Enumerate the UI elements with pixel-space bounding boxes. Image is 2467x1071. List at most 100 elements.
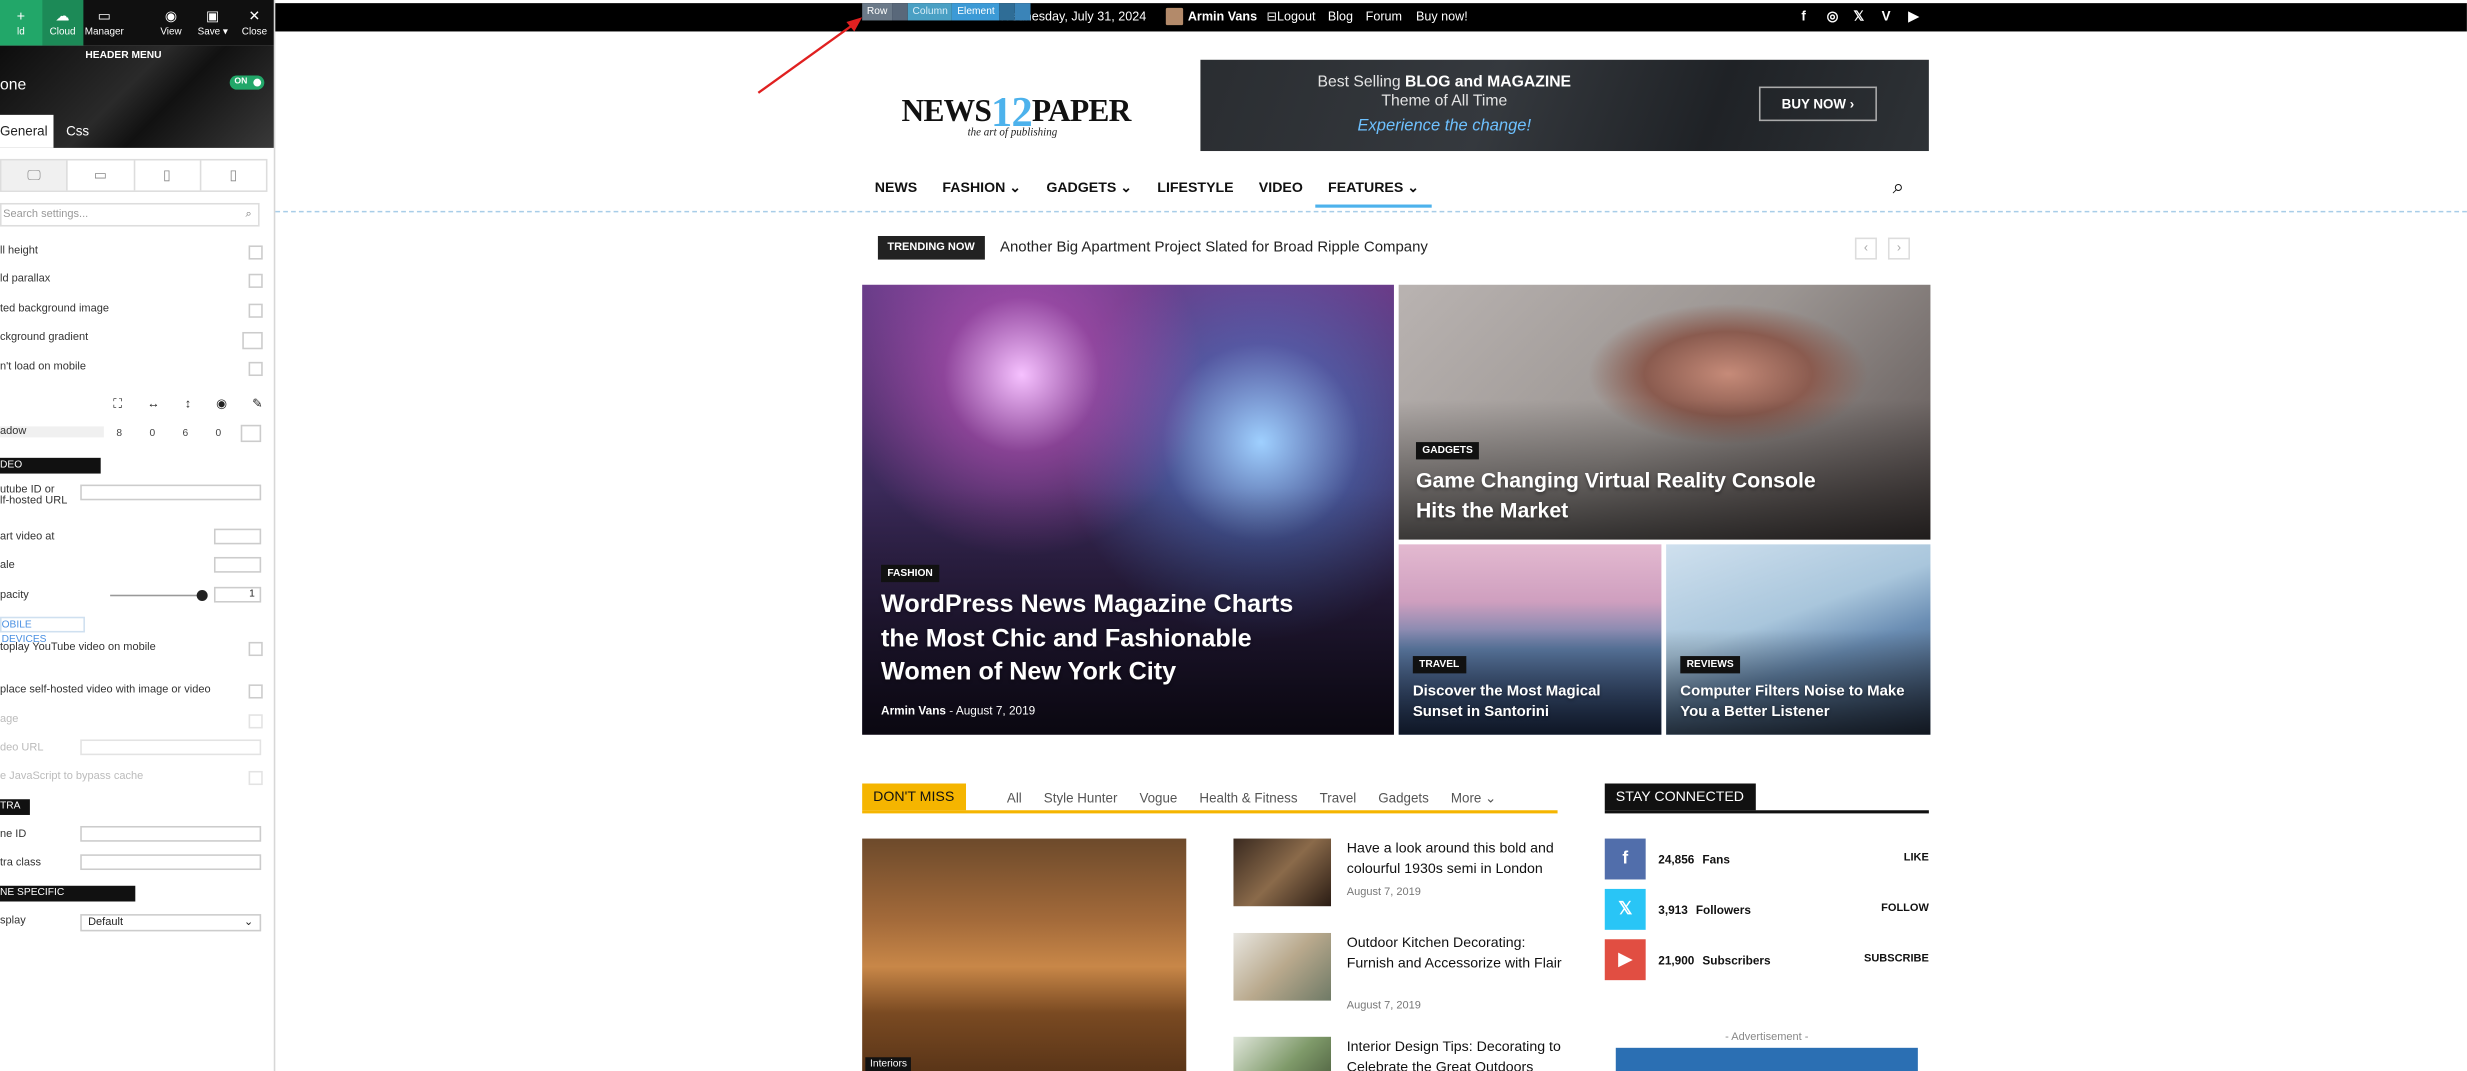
tab-all[interactable]: All [1007, 790, 1022, 807]
username-link[interactable]: Armin Vans [1188, 9, 1257, 23]
close-button[interactable]: ✕ Close [234, 0, 274, 46]
extra-class-input[interactable] [80, 854, 262, 871]
cloud-button[interactable]: ☁ Cloud [41, 0, 84, 46]
tablet-landscape-icon[interactable]: ▭ [68, 160, 135, 191]
shadow-color-picker[interactable] [240, 424, 262, 443]
search-icon[interactable]: ⌕ [1893, 175, 1904, 200]
desktop-icon[interactable]: 🖵 [1, 160, 69, 191]
color-picker[interactable] [242, 331, 263, 350]
add-button[interactable]: + ld [0, 0, 42, 46]
like-button[interactable]: LIKE [1904, 853, 1929, 864]
opacity-slider-handle[interactable] [196, 589, 208, 602]
nav-item-features[interactable]: FEATURES ⌄ [1315, 170, 1432, 208]
featured-post-travel[interactable]: TRAVEL Discover the Most Magical Sunset … [1398, 544, 1662, 735]
category-badge[interactable]: Interiors [865, 1057, 912, 1071]
delete-icon[interactable] [1015, 3, 1031, 21]
tab-travel[interactable]: Travel [1320, 790, 1357, 807]
phone-icon[interactable]: ▯ [201, 160, 266, 190]
save-button[interactable]: ▣ Save ▾ [192, 0, 234, 46]
post-title[interactable]: Computer Filters Noise to Make You a Bet… [1680, 681, 1924, 722]
scale-input[interactable] [213, 556, 262, 573]
row-selector[interactable]: Row [862, 3, 893, 21]
element-settings-icon[interactable] [999, 3, 1016, 21]
blog-link[interactable]: Blog [1328, 9, 1353, 23]
featured-post-reviews[interactable]: REVIEWS Computer Filters Noise to Make Y… [1666, 544, 1931, 735]
opacity-slider[interactable] [110, 594, 205, 597]
view-button[interactable]: ◉ View [150, 0, 192, 46]
post-thumbnail[interactable] [1233, 932, 1332, 1001]
display-select[interactable]: Default ⌄ [80, 914, 262, 932]
trending-prev-button[interactable]: ‹ [1854, 237, 1877, 260]
category-badge[interactable]: REVIEWS [1680, 656, 1741, 674]
list-item-title[interactable]: Interior Design Tips: Decorating to Cele… [1347, 1037, 1567, 1071]
vertical-arrows-icon[interactable]: ↕ [185, 396, 191, 412]
nav-item-video[interactable]: VIDEO [1246, 170, 1315, 208]
vimeo-icon[interactable]: V [1882, 8, 1891, 24]
post-thumbnail[interactable] [1233, 838, 1332, 907]
social-counter-x[interactable]: 𝕏 3,913 Followers FOLLOW [1604, 888, 1929, 930]
checkbox[interactable] [248, 245, 263, 260]
tab-health-fitness[interactable]: Health & Fitness [1199, 790, 1297, 807]
tablet-portrait-icon[interactable]: ▯ [135, 160, 201, 191]
facebook-icon[interactable]: f [1801, 8, 1805, 24]
checkbox[interactable] [248, 303, 263, 318]
nav-item-lifestyle[interactable]: LIFESTYLE [1145, 170, 1247, 208]
buy-now-link[interactable]: Buy now! [1416, 9, 1468, 23]
category-badge[interactable]: GADGETS [1415, 442, 1480, 460]
checkbox[interactable] [248, 684, 263, 699]
buy-now-button[interactable]: BUY NOW › [1758, 86, 1877, 122]
post-thumbnail[interactable] [1233, 1036, 1332, 1071]
list-item-title[interactable]: Outdoor Kitchen Decorating: Furnish and … [1347, 933, 1567, 972]
featured-post-gadgets[interactable]: GADGETS Game Changing Virtual Reality Co… [1398, 284, 1931, 540]
category-badge[interactable]: TRAVEL [1412, 656, 1466, 674]
tab-css[interactable]: Css [53, 115, 101, 148]
tab-vogue[interactable]: Vogue [1139, 790, 1177, 807]
element-name: one [0, 77, 27, 95]
opacity-input[interactable]: 1 [213, 586, 262, 603]
dont-miss-main-image[interactable]: Interiors [862, 838, 1187, 1071]
subscribe-button[interactable]: SUBSCRIBE [1864, 953, 1929, 964]
list-item-title[interactable]: Have a look around this bold and colourf… [1347, 839, 1567, 878]
tab-general[interactable]: General [0, 114, 54, 148]
category-badge[interactable]: FASHION [881, 564, 940, 583]
social-counter-youtube[interactable]: ▶ 21,900 Subscribers SUBSCRIBE [1604, 939, 1929, 981]
blur-icon[interactable]: ◉ [216, 396, 227, 412]
instagram-icon[interactable]: ◎ [1827, 8, 1839, 25]
sidebar-ad[interactable] [1615, 1047, 1918, 1071]
follow-button[interactable]: FOLLOW [1881, 903, 1929, 914]
row-settings-icon[interactable] [892, 3, 908, 21]
social-counter-facebook[interactable]: f 24,856 Fans LIKE [1604, 838, 1929, 880]
logout-link[interactable]: ⊟Logout [1267, 9, 1316, 23]
trending-headline[interactable]: Another Big Apartment Project Slated for… [1000, 239, 1428, 256]
tab-gadgets[interactable]: Gadgets [1378, 790, 1429, 807]
nav-item-news[interactable]: NEWS [862, 170, 930, 208]
post-title[interactable]: WordPress News Magazine Charts the Most … [881, 588, 1337, 689]
nav-item-fashion[interactable]: FASHION ⌄ [930, 170, 1034, 208]
featured-post-main[interactable]: FASHION WordPress News Magazine Charts t… [862, 284, 1394, 735]
post-title[interactable]: Discover the Most Magical Sunset in Sant… [1413, 681, 1649, 722]
x-twitter-icon[interactable]: 𝕏 [1853, 8, 1864, 25]
enable-toggle[interactable]: ON [229, 75, 265, 90]
column-selector[interactable]: Column [907, 3, 953, 21]
tab-more[interactable]: More ⌄ [1451, 790, 1496, 807]
youtube-icon[interactable]: ▶ [1908, 8, 1918, 25]
checkbox[interactable] [248, 273, 263, 288]
checkbox[interactable] [248, 641, 263, 657]
trending-next-button[interactable]: › [1887, 237, 1910, 260]
zone-id-input[interactable] [80, 825, 262, 842]
nav-item-gadgets[interactable]: GADGETS ⌄ [1034, 170, 1145, 208]
forum-link[interactable]: Forum [1366, 9, 1402, 23]
horizontal-arrows-icon[interactable]: ↔ [147, 396, 160, 412]
element-selector[interactable]: Element [952, 3, 1000, 21]
site-logo[interactable]: NEWS12PAPER the art of publishing [902, 83, 1154, 146]
pencil-icon[interactable]: ✎ [252, 396, 263, 412]
settings-search-input[interactable]: Search settings... ⌕ [0, 202, 260, 227]
tab-style-hunter[interactable]: Style Hunter [1044, 790, 1118, 807]
youtube-url-input[interactable] [80, 484, 262, 501]
start-video-input[interactable] [213, 528, 262, 545]
manager-button[interactable]: ▭ Manager [83, 0, 125, 46]
post-title[interactable]: Game Changing Virtual Reality Console Hi… [1416, 466, 1825, 526]
header-ad-banner[interactable]: Best Selling BLOG and MAGAZINE Theme of … [1200, 59, 1929, 152]
expand-icon[interactable]: ⛶ [113, 396, 122, 412]
checkbox[interactable] [248, 361, 263, 377]
